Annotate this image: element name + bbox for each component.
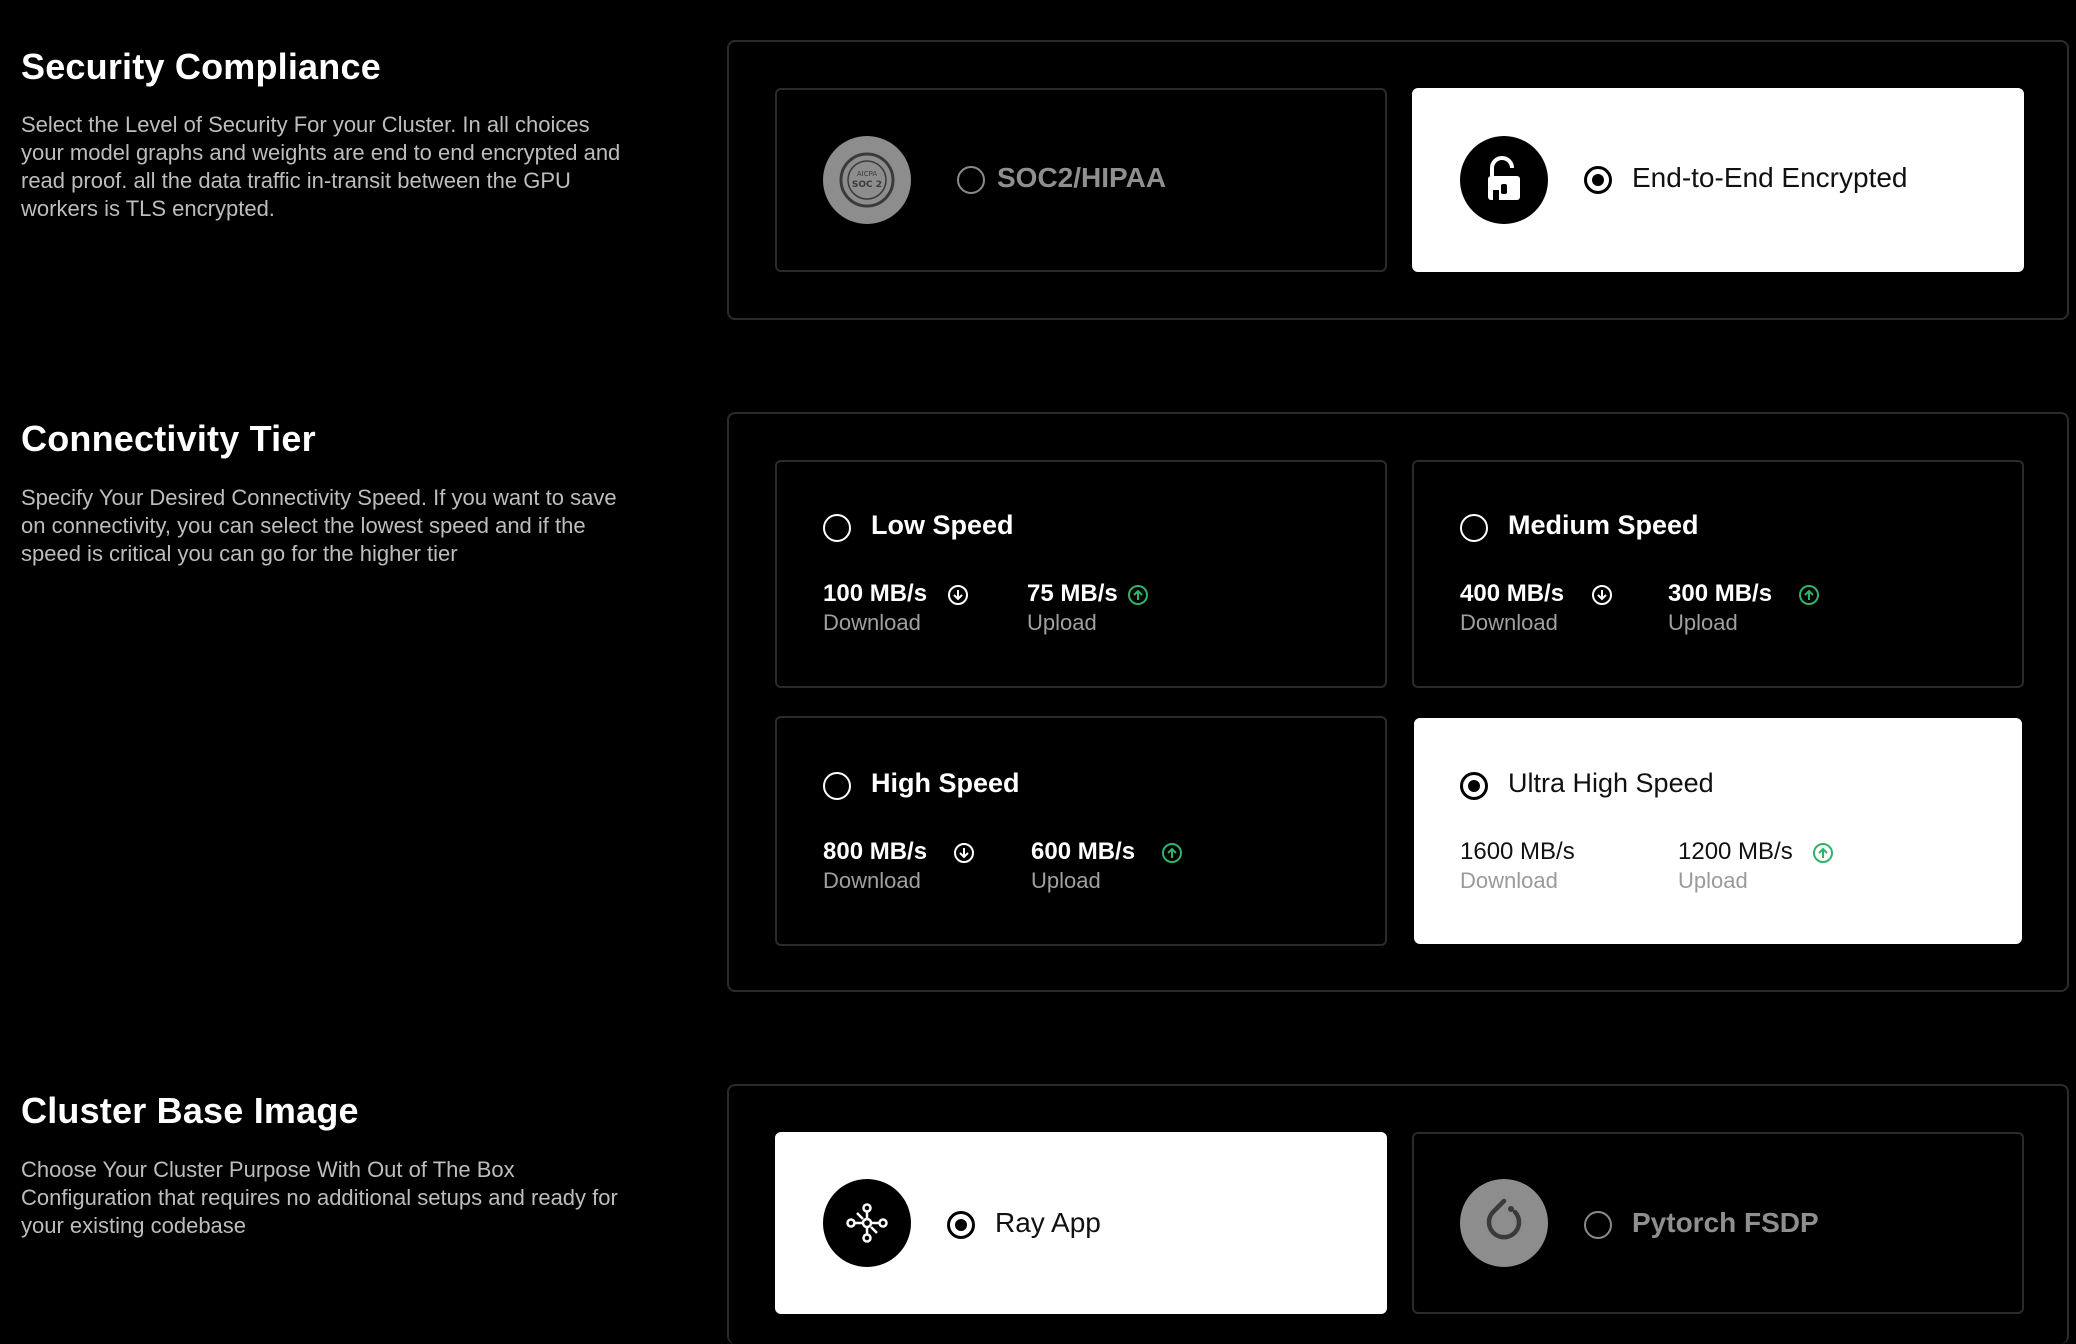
ultra-high-speed-label: Ultra High Speed xyxy=(1508,768,1714,798)
svg-text:SOC 2: SOC 2 xyxy=(852,180,882,190)
medium-speed-radio[interactable] xyxy=(1460,514,1488,542)
low-speed-download-value: 100 MB/s xyxy=(823,580,928,607)
high-speed-download-value: 800 MB/s xyxy=(823,838,928,865)
soc2-hipaa-radio[interactable] xyxy=(957,166,985,194)
low-speed-download-caption: Download xyxy=(823,610,921,635)
ultra-high-speed-radio[interactable] xyxy=(1460,772,1488,800)
ultra-high-speed-upload-value: 1200 MB/s xyxy=(1678,838,1793,865)
security-compliance-description: Select the Level of Security For your Cl… xyxy=(21,112,621,221)
high-speed-upload-value: 600 MB/s xyxy=(1031,838,1136,865)
unlock-icon xyxy=(1460,136,1548,224)
soc2-badge-icon: AICPA SOC 2 xyxy=(823,136,911,224)
tier-low-speed[interactable]: Low Speed 100 MB/s Download 75 MB/s Uplo… xyxy=(775,460,1387,688)
cluster-base-image-description: Choose Your Cluster Purpose With Out of … xyxy=(21,1157,618,1238)
low-speed-upload-value: 75 MB/s xyxy=(1027,580,1118,607)
security-options-panel: AICPA SOC 2 SOC2/HIPAA End-to-End Encryp… xyxy=(727,40,2069,320)
ray-icon xyxy=(823,1179,911,1267)
cluster-base-image-title: Cluster Base Image xyxy=(21,1090,359,1131)
end-to-end-encrypted-option[interactable]: End-to-End Encrypted xyxy=(1412,88,2024,272)
high-speed-label: High Speed xyxy=(871,768,1020,798)
upload-arrow-icon xyxy=(1799,585,1819,605)
medium-speed-download-caption: Download xyxy=(1460,610,1558,635)
ultra-high-speed-download-caption: Download xyxy=(1460,868,1558,893)
svg-text:AICPA: AICPA xyxy=(857,170,878,178)
low-speed-label: Low Speed xyxy=(871,510,1014,540)
upload-arrow-icon xyxy=(1813,843,1833,863)
medium-speed-label: Medium Speed xyxy=(1508,510,1699,540)
pytorch-icon xyxy=(1460,1179,1548,1267)
ultra-high-speed-upload-caption: Upload xyxy=(1678,868,1748,893)
soc2-hipaa-option[interactable]: AICPA SOC 2 SOC2/HIPAA xyxy=(775,88,1387,272)
high-speed-download-caption: Download xyxy=(823,868,921,893)
download-arrow-icon xyxy=(1592,585,1612,605)
high-speed-upload-caption: Upload xyxy=(1031,868,1101,893)
ray-app-radio[interactable] xyxy=(947,1211,975,1239)
upload-arrow-icon xyxy=(1162,843,1182,863)
medium-speed-upload-caption: Upload xyxy=(1668,610,1738,635)
low-speed-upload-caption: Upload xyxy=(1027,610,1097,635)
low-speed-radio[interactable] xyxy=(823,514,851,542)
medium-speed-upload-value: 300 MB/s xyxy=(1668,580,1773,607)
ray-app-option[interactable]: Ray App xyxy=(775,1132,1387,1314)
security-compliance-section: Security Compliance Select the Level of … xyxy=(0,0,2076,330)
download-arrow-icon xyxy=(948,585,968,605)
connectivity-tier-title: Connectivity Tier xyxy=(21,418,316,459)
connectivity-tier-description: Specify Your Desired Connectivity Speed.… xyxy=(21,485,617,566)
ray-app-label: Ray App xyxy=(995,1207,1101,1238)
base-image-options-panel: Ray App Pytorch FSDP xyxy=(727,1084,2069,1344)
cluster-base-image-section: Cluster Base Image Choose Your Cluster P… xyxy=(0,1070,2076,1344)
connectivity-options-panel: Low Speed 100 MB/s Download 75 MB/s Uplo… xyxy=(727,412,2069,992)
tier-high-speed[interactable]: High Speed 800 MB/s Download 600 MB/s Up… xyxy=(775,716,1387,946)
upload-arrow-icon xyxy=(1128,585,1148,605)
medium-speed-download-value: 400 MB/s xyxy=(1460,580,1565,607)
pytorch-fsdp-radio[interactable] xyxy=(1584,1211,1612,1239)
security-compliance-title: Security Compliance xyxy=(21,46,381,87)
end-to-end-encrypted-radio[interactable] xyxy=(1584,166,1612,194)
end-to-end-encrypted-label: End-to-End Encrypted xyxy=(1632,162,1908,193)
high-speed-radio[interactable] xyxy=(823,772,851,800)
connectivity-tier-section: Connectivity Tier Specify Your Desired C… xyxy=(0,400,2076,1000)
pytorch-fsdp-option[interactable]: Pytorch FSDP xyxy=(1412,1132,2024,1314)
tier-ultra-high-speed[interactable]: Ultra High Speed 1600 MB/s Download 1200… xyxy=(1414,718,2022,944)
download-arrow-icon xyxy=(954,843,974,863)
ultra-high-speed-download-value: 1600 MB/s xyxy=(1460,838,1575,865)
tier-medium-speed[interactable]: Medium Speed 400 MB/s Download 300 MB/s … xyxy=(1412,460,2024,688)
soc2-hipaa-label: SOC2/HIPAA xyxy=(997,162,1167,193)
pytorch-fsdp-label: Pytorch FSDP xyxy=(1632,1207,1819,1238)
